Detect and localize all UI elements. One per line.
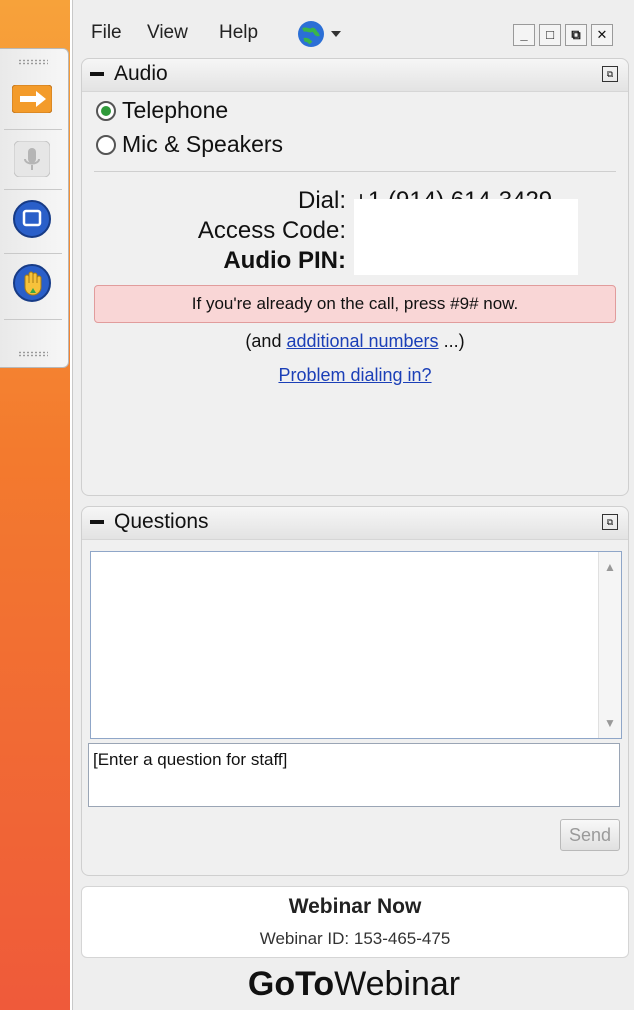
menu-help[interactable]: Help	[219, 22, 258, 44]
webinar-id: Webinar ID: 153-465-475	[259, 929, 451, 948]
gotowebinar-logo: GoToWebinar	[73, 960, 634, 1010]
dial-label: Dial:	[297, 187, 346, 214]
additional-prefix: (and	[245, 331, 287, 351]
scroll-down-icon[interactable]: ▼	[599, 716, 621, 730]
audio-panel-header: Audio ⧉	[82, 59, 628, 92]
webinar-name: Webinar Now	[288, 895, 422, 918]
raise-hand-button[interactable]	[6, 261, 58, 305]
radio-mic-speakers[interactable]: Mic & Speakers	[96, 131, 283, 158]
microphone-button[interactable]	[6, 137, 58, 181]
divider	[94, 171, 616, 172]
screen-share-button[interactable]	[6, 197, 58, 241]
collapse-questions-button[interactable]	[90, 520, 104, 524]
audio-panel: Audio ⧉ Telephone Mic & Speakers Dial: +…	[81, 58, 629, 496]
grab-tab-toolbar[interactable]	[0, 48, 69, 368]
audio-panel-title: Audio	[114, 62, 168, 85]
questions-panel: Questions ⧉ ▲ ▼ [Enter a question for st…	[81, 506, 629, 876]
problem-dialing-link[interactable]: Problem dialing in?	[278, 365, 431, 385]
language-menu-button[interactable]	[295, 18, 347, 55]
radio-mic-speakers-label: Mic & Speakers	[122, 131, 284, 157]
radio-telephone[interactable]: Telephone	[96, 97, 228, 124]
question-log[interactable]: ▲ ▼	[90, 551, 622, 739]
menu-file[interactable]: File	[91, 22, 122, 44]
microphone-icon	[14, 141, 50, 177]
radio-telephone-label: Telephone	[122, 97, 229, 123]
question-input[interactable]: [Enter a question for staff]	[88, 743, 620, 807]
show-control-panel-button[interactable]	[6, 77, 58, 121]
additional-numbers-link[interactable]: additional numbers	[286, 331, 438, 351]
menu-view[interactable]: View	[147, 22, 188, 44]
arrow-right-icon	[12, 85, 52, 113]
screen-icon	[13, 200, 51, 238]
questions-panel-title: Questions	[114, 510, 209, 533]
popout-questions-button[interactable]: ⧉	[602, 514, 618, 530]
menu-bar: File View Help _ □ ⧉ ✕	[73, 14, 634, 54]
access-code-label: Access Code:	[197, 217, 346, 244]
additional-suffix: ...)	[438, 331, 465, 351]
radio-telephone-indicator[interactable]	[96, 100, 116, 121]
raise-hand-icon	[13, 264, 51, 302]
questions-panel-header: Questions ⧉	[82, 507, 628, 540]
audio-pin-label: Audio PIN:	[223, 247, 346, 274]
restore-button[interactable]: ⧉	[565, 24, 587, 46]
brand-bold: GoTo	[247, 965, 335, 1003]
close-button[interactable]: ✕	[591, 24, 613, 46]
collapse-audio-button[interactable]	[90, 72, 104, 76]
grip-handle-bottom[interactable]	[18, 351, 48, 357]
redacted-box	[354, 199, 578, 275]
maximize-button[interactable]: □	[539, 24, 561, 46]
already-on-call-notice: If you're already on the call, press #9#…	[94, 285, 616, 323]
gotowebinar-control-panel: File View Help _ □ ⧉ ✕ Audio ⧉ Telephone…	[72, 0, 634, 1010]
additional-numbers-line: (and additional numbers ...)	[82, 331, 628, 352]
globe-icon	[298, 21, 341, 47]
send-button[interactable]: Send	[560, 819, 620, 851]
problem-dialing-line: Problem dialing in?	[82, 365, 628, 386]
grip-handle-top[interactable]	[18, 59, 48, 65]
webinar-info-card: Webinar Now Webinar ID: 153-465-475	[81, 886, 629, 958]
radio-mic-speakers-indicator[interactable]	[96, 134, 116, 155]
scroll-up-icon[interactable]: ▲	[599, 560, 621, 574]
popout-audio-button[interactable]: ⧉	[602, 66, 618, 82]
question-log-scrollbar[interactable]: ▲ ▼	[598, 552, 621, 738]
brand-regular: Webinar	[334, 965, 461, 1003]
minimize-button[interactable]: _	[513, 24, 535, 46]
